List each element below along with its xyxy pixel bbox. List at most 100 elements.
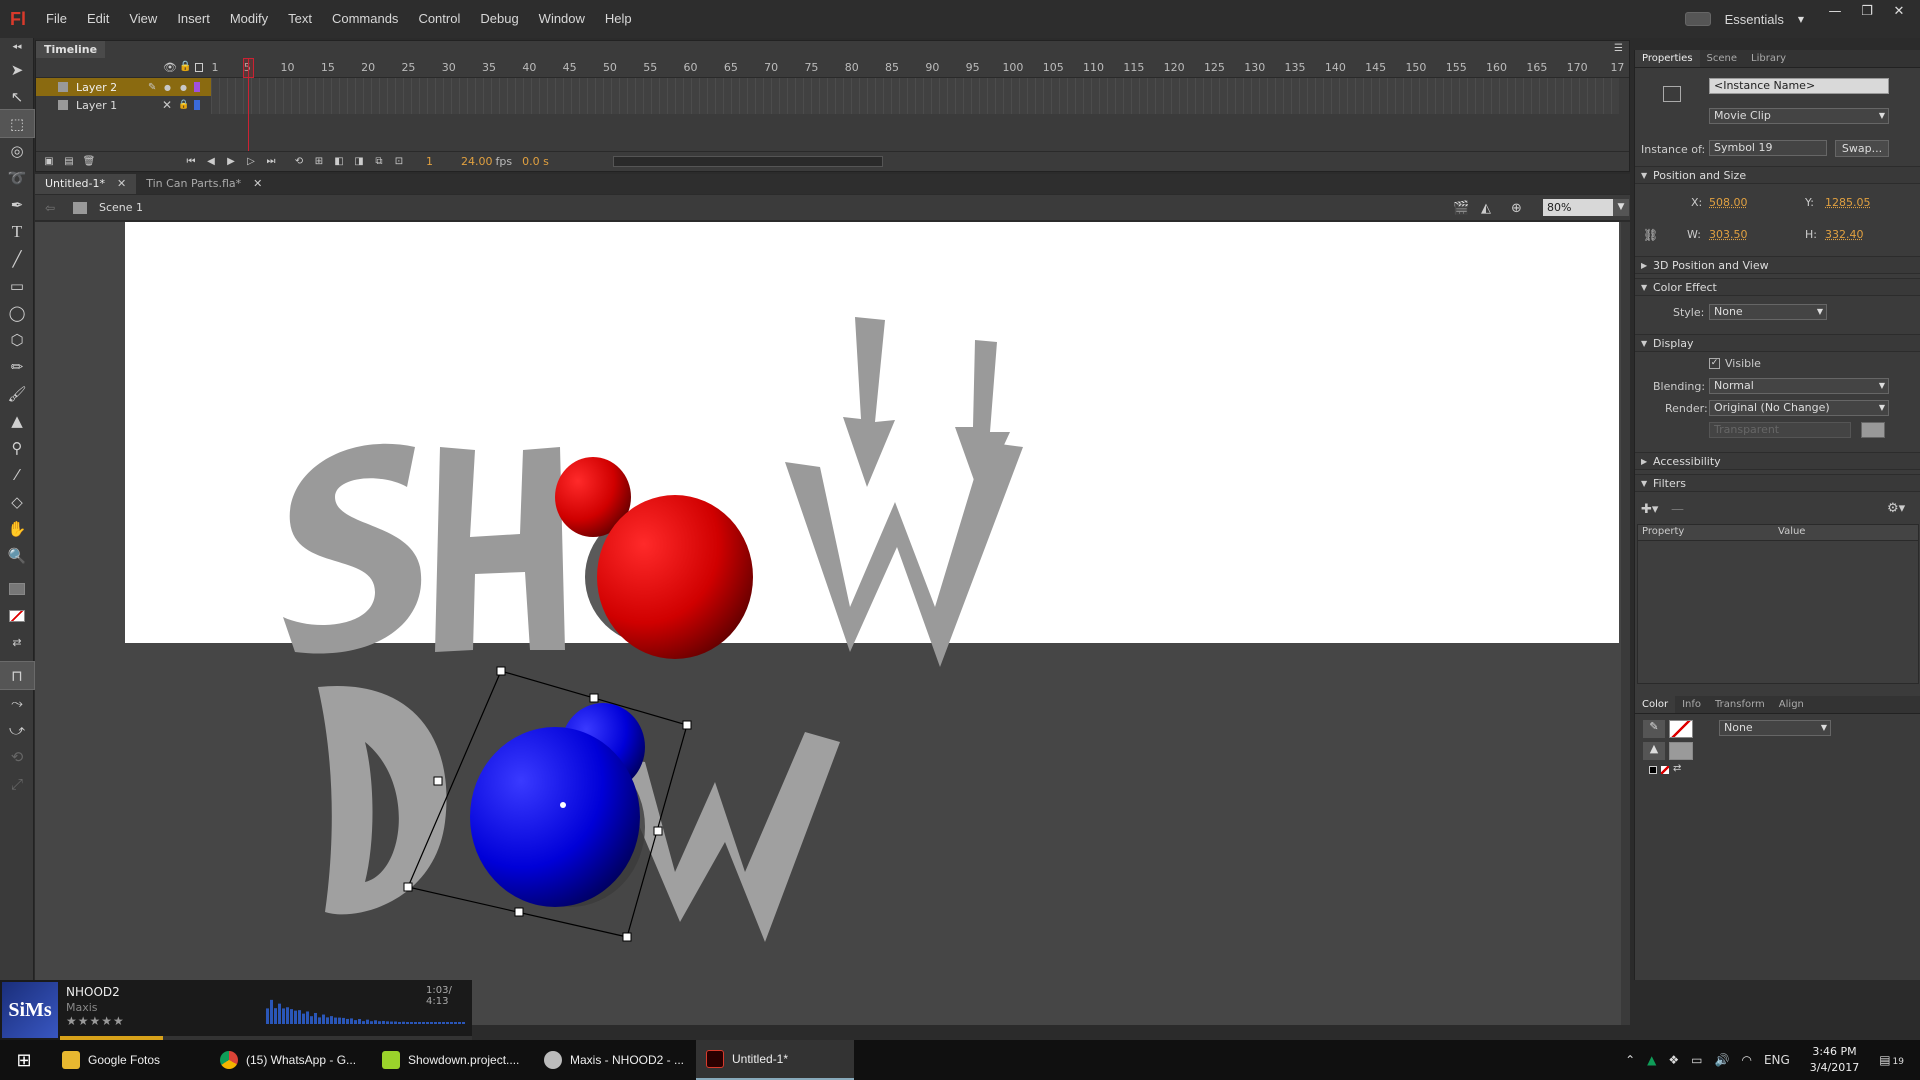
layer-outline-color[interactable]	[194, 100, 200, 110]
rectangle-tool-icon[interactable]: ▭	[0, 272, 34, 299]
clock[interactable]: 3:46 PM 3/4/2017	[1810, 1044, 1859, 1076]
zoom-tool-icon[interactable]: 🔍	[0, 542, 34, 569]
symbol-type-select[interactable]: Movie Clip ▼	[1709, 108, 1889, 124]
battery-icon[interactable]: ▭	[1691, 1053, 1702, 1067]
last-frame-icon[interactable]: ⏭	[264, 156, 278, 168]
step-back-icon[interactable]: ◀	[204, 156, 218, 168]
no-color-icon[interactable]	[1661, 766, 1669, 774]
taskbar-maxis-nhood2[interactable]: Maxis - NHOOD2 - ...	[534, 1040, 692, 1080]
stroke-color-icon[interactable]	[0, 575, 34, 602]
menu-view[interactable]: View	[119, 0, 167, 38]
taskbar-untitled-1[interactable]: Untitled-1*	[696, 1040, 854, 1080]
center-frame-icon[interactable]: ⊞	[312, 156, 326, 168]
rotate-skew-icon[interactable]: ⟲	[0, 743, 34, 770]
paint-bucket-tool-icon[interactable]: ▲	[0, 407, 34, 434]
menu-insert[interactable]: Insert	[167, 0, 220, 38]
tab-properties[interactable]: Properties	[1635, 50, 1700, 67]
remove-filter-icon[interactable]: —	[1671, 502, 1684, 517]
scale-icon[interactable]: ⤢	[0, 770, 34, 797]
onion-skin-icon[interactable]: ◧	[332, 156, 346, 168]
polystar-tool-icon[interactable]: ⬡	[0, 326, 34, 353]
back-arrow-icon[interactable]: ⇦	[45, 201, 55, 215]
black-white-icon[interactable]	[1649, 766, 1657, 774]
tab-library[interactable]: Library	[1744, 50, 1793, 67]
tab-tin-can-parts[interactable]: Tin Can Parts.fla* ✕	[136, 174, 272, 194]
eyedropper-tool-icon[interactable]: ⁄	[0, 461, 34, 488]
free-transform-tool-icon[interactable]: ⬚	[0, 109, 35, 138]
chevron-down-icon[interactable]: ▼	[1613, 199, 1629, 216]
eraser-tool-icon[interactable]: ◇	[0, 488, 34, 515]
visibility-dot-icon[interactable]: ●	[164, 83, 171, 92]
workspace-label[interactable]: Essentials	[1725, 12, 1784, 27]
lock-dot-icon[interactable]: ●	[180, 83, 187, 92]
visible-checkbox[interactable]: ✓	[1709, 358, 1720, 369]
subselection-tool-icon[interactable]: ↖	[0, 83, 34, 110]
edit-scene-icon[interactable]: 🎬	[1453, 201, 1469, 216]
menu-text[interactable]: Text	[278, 0, 322, 38]
taskbar-whatsapp[interactable]: (15) WhatsApp - G...	[210, 1040, 368, 1080]
panel-menu-icon[interactable]: ☰	[1614, 43, 1623, 54]
value-column-header[interactable]: Value	[1778, 526, 1805, 537]
lock-icon[interactable]: 🔒	[178, 100, 189, 110]
delete-layer-icon[interactable]: 🗑	[82, 156, 96, 168]
minimize-icon[interactable]: —	[1828, 4, 1842, 19]
outline-all-icon[interactable]	[195, 63, 203, 72]
tab-scene[interactable]: Scene	[1700, 50, 1745, 67]
color-type-select[interactable]: None ▼	[1719, 720, 1831, 736]
bone-tool-icon[interactable]: ⚲	[0, 434, 34, 461]
x-value[interactable]: 508.00	[1709, 196, 1748, 209]
chevron-up-icon[interactable]: ⌃	[1625, 1053, 1635, 1067]
y-value[interactable]: 1285.05	[1825, 196, 1871, 209]
add-filter-icon[interactable]: ✚▾	[1641, 502, 1658, 517]
menu-commands[interactable]: Commands	[322, 0, 408, 38]
fill-color-icon[interactable]	[0, 602, 34, 629]
taskbar-google-fotos[interactable]: Google Fotos	[52, 1040, 172, 1080]
layer-frames[interactable]	[211, 78, 1619, 96]
lasso-tool-icon[interactable]: ➰	[0, 164, 34, 191]
layer-outline-color[interactable]	[194, 82, 200, 92]
hidden-x-icon[interactable]: ✕	[162, 98, 172, 112]
taskbar-showdown-project[interactable]: Showdown.project....	[372, 1040, 530, 1080]
timeline-tab[interactable]: Timeline	[36, 41, 106, 58]
language-indicator[interactable]: ENG	[1764, 1053, 1790, 1067]
pasteboard[interactable]	[35, 222, 1621, 1025]
first-frame-icon[interactable]: ⏮	[184, 156, 198, 168]
fill-color-swatch[interactable]	[1669, 742, 1693, 760]
onion-markers-icon[interactable]: ⊡	[392, 156, 406, 168]
section-accessibility[interactable]: ▶ Accessibility	[1635, 452, 1920, 470]
swap-button[interactable]: Swap...	[1835, 140, 1889, 157]
sync-settings-icon[interactable]	[1684, 12, 1711, 26]
background-color-swatch[interactable]	[1861, 422, 1885, 438]
stroke-pencil-icon[interactable]: ✎	[1643, 720, 1665, 738]
track-rating[interactable]: ★★★★★	[66, 1014, 125, 1028]
layer-name[interactable]: Layer 2	[76, 81, 117, 94]
menu-control[interactable]: Control	[408, 0, 470, 38]
tab-info[interactable]: Info	[1675, 696, 1708, 713]
section-filters[interactable]: ▼ Filters	[1635, 474, 1920, 492]
straighten-icon[interactable]: ⤻	[0, 716, 34, 743]
show-hide-all-icon[interactable]: 👁	[163, 61, 177, 74]
menu-help[interactable]: Help	[595, 0, 642, 38]
fill-bucket-icon[interactable]: ▲	[1643, 742, 1665, 760]
edit-symbols-icon[interactable]: ◭	[1481, 201, 1491, 216]
center-stage-icon[interactable]: ⊕	[1511, 201, 1522, 216]
play-icon[interactable]: ▶	[224, 156, 238, 168]
section-position-and-size[interactable]: ▼ Position and Size	[1635, 166, 1920, 184]
layer-frames[interactable]	[211, 96, 1619, 114]
timeline-scrollbar[interactable]	[613, 156, 883, 167]
vertical-scrollbar[interactable]	[1621, 222, 1630, 1025]
menu-debug[interactable]: Debug	[470, 0, 528, 38]
stage-artwork[interactable]	[35, 222, 1621, 1025]
brush-tool-icon[interactable]: 🖌	[0, 380, 34, 407]
oval-tool-icon[interactable]: ◯	[0, 299, 34, 326]
new-folder-icon[interactable]: ▤	[62, 156, 76, 168]
3d-rotation-tool-icon[interactable]: ◎	[0, 137, 34, 164]
text-tool-icon[interactable]: T	[0, 218, 34, 245]
snap-to-objects-icon[interactable]: ⊓	[0, 661, 35, 690]
chevron-down-icon[interactable]: ▼	[1798, 15, 1804, 24]
link-icon[interactable]: ⛓	[1643, 228, 1658, 242]
menu-edit[interactable]: Edit	[77, 0, 119, 38]
stroke-none-swatch[interactable]	[1669, 720, 1693, 738]
filter-options-icon[interactable]: ⚙▾	[1887, 501, 1905, 516]
google-drive-icon[interactable]: ▲	[1647, 1053, 1656, 1067]
